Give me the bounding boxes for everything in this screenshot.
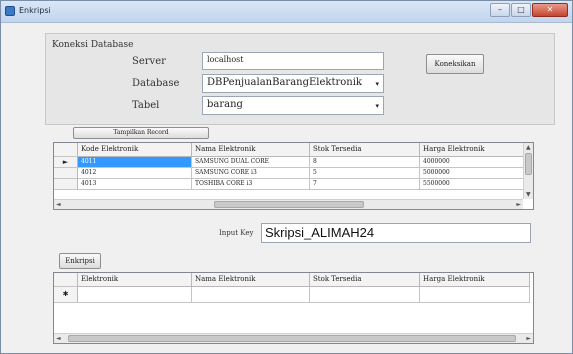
table-cell[interactable]: 5000000 (420, 168, 530, 179)
column-header[interactable]: Nama Elektronik (192, 273, 310, 287)
table-cell[interactable]: 5 (310, 168, 420, 179)
result-grid-header: Elektronik Nama Elektronik Stok Tersedia… (54, 273, 530, 287)
table-cell[interactable]: SAMSUNG CORE i3 (192, 168, 310, 179)
scroll-right-icon[interactable]: ► (526, 335, 531, 342)
database-dropdown-icon: ▾ (375, 80, 379, 88)
table-cell[interactable]: 4013 (78, 179, 192, 190)
table-cell[interactable] (192, 287, 310, 303)
scroll-right-icon[interactable]: ► (516, 201, 521, 208)
column-header[interactable]: Nama Elektronik (192, 143, 310, 157)
table-row[interactable]: ► 4011 SAMSUNG DUAL CORE 8 4000000 (54, 157, 530, 168)
row-header[interactable] (54, 179, 78, 190)
scroll-thumb[interactable] (214, 201, 364, 208)
new-row-indicator[interactable]: ✱ (54, 287, 78, 303)
table-cell[interactable]: 7 (310, 179, 420, 190)
encrypt-button[interactable]: Enkripsi (59, 253, 101, 269)
key-input[interactable]: Skripsi_ALIMAH24 (261, 223, 531, 243)
table-row[interactable]: 4012 SAMSUNG CORE i3 5 5000000 (54, 168, 530, 179)
show-records-button[interactable]: Tampilkan Record (73, 127, 209, 139)
current-row-indicator[interactable]: ► (54, 157, 78, 168)
minimize-button[interactable]: – (490, 3, 510, 17)
table-cell[interactable]: 8 (310, 157, 420, 168)
scroll-thumb[interactable] (525, 153, 532, 175)
result-data-grid[interactable]: Elektronik Nama Elektronik Stok Tersedia… (53, 272, 534, 344)
scroll-left-icon[interactable]: ◄ (56, 335, 61, 342)
app-icon (5, 6, 15, 16)
close-button[interactable]: ✕ (532, 3, 568, 17)
connection-group-title: Koneksi Database (52, 40, 134, 50)
column-header[interactable]: Kode Elektronik (78, 143, 192, 157)
table-cell[interactable]: 4011 (78, 157, 192, 168)
connect-button[interactable]: Koneksikan (426, 54, 484, 74)
row-header-corner (54, 273, 78, 287)
source-data-grid[interactable]: Kode Elektronik Nama Elektronik Stok Ter… (53, 142, 534, 210)
column-header[interactable]: Harga Elektronik (420, 143, 530, 157)
scroll-down-icon[interactable]: ▼ (526, 191, 531, 198)
row-header[interactable] (54, 168, 78, 179)
table-cell[interactable]: 5500000 (420, 179, 530, 190)
new-row[interactable]: ✱ (54, 287, 530, 303)
server-value: localhost (207, 55, 244, 64)
source-horizontal-scrollbar[interactable]: ◄ ► (54, 199, 523, 209)
column-header[interactable]: Elektronik (78, 273, 192, 287)
table-cell[interactable]: SAMSUNG DUAL CORE (192, 157, 310, 168)
table-label: Tabel (132, 100, 160, 111)
column-header[interactable]: Harga Elektronik (420, 273, 530, 287)
server-label: Server (132, 56, 166, 67)
database-value: DBPenjualanBarangElektronik (207, 77, 362, 88)
table-cell[interactable] (78, 287, 192, 303)
key-input-value: Skripsi_ALIMAH24 (265, 225, 375, 240)
database-label: Database (132, 78, 180, 89)
column-header[interactable]: Stok Tersedia (310, 273, 420, 287)
source-vertical-scrollbar[interactable]: ▲ ▼ (523, 143, 533, 199)
table-cell[interactable]: TOSHIBA CORE i3 (192, 179, 310, 190)
result-horizontal-scrollbar[interactable]: ◄ ► (54, 333, 533, 343)
table-cell[interactable]: 4000000 (420, 157, 530, 168)
table-value: barang (207, 99, 243, 110)
table-cell[interactable] (310, 287, 420, 303)
key-input-label: Input Key (219, 229, 254, 237)
table-cell[interactable]: 4012 (78, 168, 192, 179)
window-title: Enkripsi (19, 6, 51, 15)
scroll-up-icon[interactable]: ▲ (526, 144, 531, 151)
source-grid-header: Kode Elektronik Nama Elektronik Stok Ter… (54, 143, 530, 157)
scroll-left-icon[interactable]: ◄ (56, 201, 61, 208)
column-header[interactable]: Stok Tersedia (310, 143, 420, 157)
table-dropdown-icon: ▾ (375, 102, 379, 110)
table-select[interactable]: barang ▾ (202, 96, 384, 115)
title-bar[interactable]: Enkripsi – □ ✕ (1, 1, 572, 23)
table-cell[interactable] (420, 287, 530, 303)
server-input[interactable]: localhost (202, 52, 384, 70)
connection-group: Koneksi Database Server localhost Databa… (45, 33, 555, 125)
window-controls: – □ ✕ (489, 3, 568, 19)
row-header-corner (54, 143, 78, 157)
database-select[interactable]: DBPenjualanBarangElektronik ▾ (202, 74, 384, 93)
main-window: Enkripsi – □ ✕ Koneksi Database Server l… (0, 0, 573, 354)
table-row[interactable]: 4013 TOSHIBA CORE i3 7 5500000 (54, 179, 530, 190)
maximize-button[interactable]: □ (511, 3, 531, 17)
scroll-thumb[interactable] (68, 335, 516, 342)
